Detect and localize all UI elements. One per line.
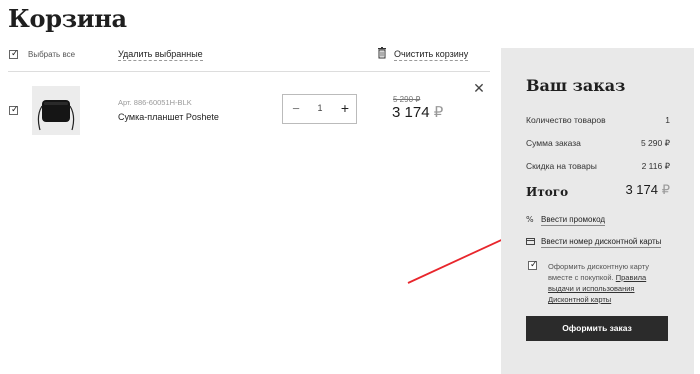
delete-selected-button[interactable]: Удалить выбранные: [118, 49, 203, 61]
summary-total: Итого 3 174 ₽: [526, 182, 670, 201]
page-title: Корзина: [8, 4, 127, 33]
remove-item-close-icon[interactable]: ✕: [472, 82, 486, 96]
order-summary-title: Ваш заказ: [526, 76, 626, 95]
card-icon: [526, 238, 535, 245]
bag-image: [37, 100, 75, 131]
check-icon: ✓: [11, 49, 19, 59]
quantity-stepper: − 1 +: [282, 94, 357, 124]
product-article: Арт. 886-60051Н-BLK: [118, 98, 192, 107]
product-name[interactable]: Сумка-планшет Poshete: [118, 112, 219, 122]
clear-cart-button[interactable]: Очистить корзину: [394, 49, 469, 61]
select-all-label[interactable]: Выбрать все: [28, 50, 75, 59]
discount-card-label[interactable]: Ввести номер дисконтной карты: [541, 237, 662, 248]
check-icon: ✓: [530, 260, 538, 270]
total-value: 3 174: [625, 182, 658, 197]
product-image[interactable]: [32, 86, 80, 135]
order-summary-panel: Ваш заказ Количество товаров 1 Сумма зак…: [501, 48, 694, 374]
item-price-value: 3 174: [392, 104, 430, 121]
item-price-currency: ₽: [433, 104, 444, 121]
quantity-decrease-button[interactable]: −: [289, 101, 303, 117]
promo-code-label[interactable]: Ввести промокод: [541, 215, 606, 226]
summary-row-discount: Скидка на товары 2 116 ₽: [526, 161, 670, 171]
discount-card-checkbox[interactable]: ✓: [528, 260, 538, 270]
summary-row-sum: Сумма заказа 5 290 ₽: [526, 138, 670, 148]
percent-icon: %: [526, 215, 534, 224]
checkout-button[interactable]: Оформить заказ: [526, 316, 668, 341]
summary-label: Сумма заказа: [526, 138, 581, 148]
quantity-value[interactable]: 1: [309, 103, 331, 113]
total-label: Итого: [526, 185, 569, 199]
summary-row-count: Количество товаров 1: [526, 115, 670, 125]
summary-value: 1: [665, 115, 670, 125]
item-price: 3 174 ₽: [392, 103, 443, 121]
check-icon: ✓: [11, 105, 19, 115]
total-currency: ₽: [661, 182, 670, 197]
summary-label: Количество товаров: [526, 115, 606, 125]
summary-value: 5 290 ₽: [640, 138, 670, 148]
item-checkbox[interactable]: ✓: [9, 105, 19, 115]
divider: [8, 71, 490, 72]
select-all-checkbox[interactable]: ✓: [9, 49, 19, 59]
agreement-text: Оформить дисконтную карту вместе с покуп…: [548, 261, 673, 305]
trash-icon[interactable]: [377, 47, 387, 59]
summary-value: 2 116 ₽: [641, 161, 670, 171]
summary-label: Скидка на товары: [526, 161, 597, 171]
quantity-increase-button[interactable]: +: [338, 100, 352, 116]
